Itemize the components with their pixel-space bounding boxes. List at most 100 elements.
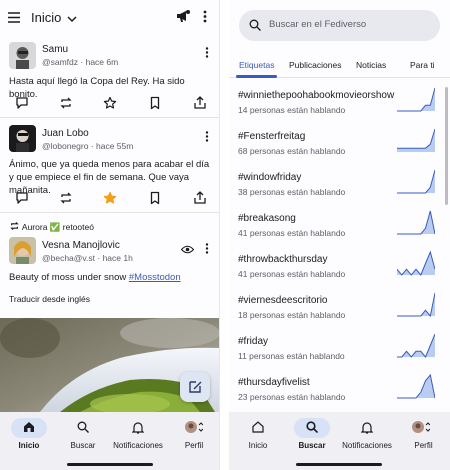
search-icon: [306, 421, 318, 433]
share-icon[interactable]: [193, 191, 207, 205]
trend-count: 14 personas están hablando: [238, 105, 346, 115]
favorite-icon[interactable]: [103, 96, 117, 110]
tab-etiquetas[interactable]: Etiquetas: [239, 60, 274, 70]
trend-item[interactable]: #viernesdeescritorio 18 personas están ha…: [229, 292, 450, 337]
avatar-icon: [185, 421, 203, 433]
reply-icon[interactable]: [15, 96, 29, 110]
chevron-down-icon[interactable]: [67, 11, 77, 29]
author-name: Samu: [42, 44, 69, 55]
trend-item[interactable]: #friday 11 personas están hablando: [229, 333, 450, 378]
avatar[interactable]: [9, 42, 36, 69]
overflow-menu-icon[interactable]: [203, 10, 207, 28]
trend-sparkline: [397, 210, 435, 235]
sparkline-area: [397, 293, 435, 316]
nav-item-buscar[interactable]: Buscar: [58, 412, 108, 470]
trend-count: 38 personas están hablando: [238, 187, 346, 197]
post-card[interactable]: Vesna Manojlovic @becha@v.st · hace 1h B…: [0, 237, 219, 317]
author-name: Vesna Manojlovic: [42, 240, 120, 251]
nav-item-perfil[interactable]: Perfil: [397, 412, 450, 470]
trend-item[interactable]: #Fensterfreitag 68 personas están habland…: [229, 128, 450, 173]
eye-icon[interactable]: [180, 241, 195, 259]
trend-hashtag: #Fensterfreitag: [238, 131, 306, 142]
avatar[interactable]: [9, 125, 36, 152]
tab-indicator: [236, 75, 277, 78]
trend-sparkline: [397, 250, 435, 276]
trend-sparkline: [397, 373, 435, 399]
sparkline-area: [397, 375, 435, 398]
tab-publicaciones[interactable]: Publicaciones: [289, 60, 341, 70]
trend-sparkline: [397, 292, 435, 317]
trend-sparkline: [397, 333, 435, 358]
announcements-icon[interactable]: [176, 10, 190, 28]
bell-icon: [132, 422, 144, 434]
share-icon[interactable]: [193, 96, 207, 110]
search-placeholder: Buscar en el Fediverso: [269, 19, 367, 30]
gesture-bar: [67, 463, 153, 466]
author-handle-time: @becha@v.st · hace 1h: [42, 253, 133, 263]
nav-item-notificaciones[interactable]: Notificaciones: [337, 412, 397, 470]
bottom-navigation: Inicio Buscar Notificaciones Perfil: [0, 412, 219, 470]
nav-item-perfil[interactable]: Perfil: [168, 412, 219, 470]
post-text: Beauty of moss under snow #Mosstodon: [9, 272, 181, 283]
reply-icon[interactable]: [15, 191, 29, 205]
sparkline-area: [397, 88, 435, 111]
nav-item-buscar[interactable]: Buscar: [287, 412, 337, 470]
trend-hashtag: #friday: [238, 336, 269, 347]
sparkline-area: [397, 170, 435, 193]
menu-icon[interactable]: [8, 10, 20, 26]
post-menu-icon[interactable]: [205, 129, 209, 147]
edit-icon: [189, 381, 202, 393]
explore-screen: Buscar en el Fediverso Etiquetas Publica…: [229, 0, 450, 470]
nav-item-notificaciones[interactable]: Notificaciones: [108, 412, 168, 470]
timeline-title[interactable]: Inicio: [31, 10, 61, 25]
favorite-icon[interactable]: [103, 191, 117, 205]
author-handle-time: @lobonegro · hace 55m: [42, 141, 134, 151]
trend-hashtag: #windowfriday: [238, 172, 302, 183]
bookmark-icon[interactable]: [148, 96, 162, 110]
trend-count: 23 personas están hablando: [238, 392, 346, 402]
avatar-icon: [412, 421, 430, 433]
divider: [0, 117, 219, 118]
post-menu-icon[interactable]: [205, 45, 209, 63]
author-name: Juan Lobo: [42, 128, 89, 139]
bell-icon: [361, 422, 373, 434]
trend-hashtag: #winniethepoohabookmovieorshow: [238, 90, 395, 101]
avatar[interactable]: [9, 237, 36, 264]
trend-sparkline: [397, 87, 435, 112]
trend-hashtag: #breakasong: [238, 213, 296, 224]
trend-count: 11 personas están hablando: [238, 351, 345, 361]
boost-icon[interactable]: [59, 191, 73, 205]
sparkline-area: [397, 334, 435, 357]
top-app-bar: Inicio: [0, 0, 219, 36]
boost-indicator: Aurora ✅ retooteó: [9, 221, 94, 233]
trend-hashtag: #thursdayfivelist: [238, 377, 310, 388]
home-timeline-screen: Inicio Samu @samfdz · hace 6m Hasta aquí…: [0, 0, 220, 470]
nav-item-inicio[interactable]: Inicio: [0, 412, 58, 470]
post-actions: [0, 191, 219, 207]
boost-small-icon: [10, 222, 19, 230]
search-icon: [249, 19, 261, 31]
bottom-navigation: Inicio Buscar Notificaciones Perfil: [229, 412, 450, 470]
search-input[interactable]: Buscar en el Fediverso: [239, 10, 440, 41]
translate-button[interactable]: Traducir desde inglés: [9, 294, 90, 304]
explore-tabs: Etiquetas Publicaciones Noticias Para ti: [229, 52, 450, 78]
trend-item[interactable]: #winniethepoohabookmovieorshow 14 persona…: [229, 87, 450, 132]
boost-icon[interactable]: [59, 96, 73, 110]
trend-item[interactable]: #throwbackthursday 41 personas están habl…: [229, 250, 450, 296]
scrollbar[interactable]: [445, 87, 448, 205]
compose-button[interactable]: [180, 372, 210, 402]
home-icon: [252, 421, 264, 433]
post-actions: [0, 96, 219, 112]
trend-count: 41 personas están hablando: [238, 228, 346, 238]
post-menu-icon[interactable]: [205, 241, 209, 259]
hashtag-link[interactable]: #Mosstodon: [129, 272, 181, 283]
bookmark-icon[interactable]: [148, 191, 162, 205]
trend-item[interactable]: #windowfriday 38 personas están hablando: [229, 169, 450, 214]
trend-hashtag: #viernesdeescritorio: [238, 295, 328, 306]
tab-para-ti[interactable]: Para ti: [410, 60, 435, 70]
trend-count: 18 personas están hablando: [238, 310, 346, 320]
tab-noticias[interactable]: Noticias: [356, 60, 386, 70]
trend-item[interactable]: #breakasong 41 personas están hablando: [229, 210, 450, 255]
trend-sparkline: [397, 169, 435, 194]
nav-item-inicio[interactable]: Inicio: [229, 412, 287, 470]
